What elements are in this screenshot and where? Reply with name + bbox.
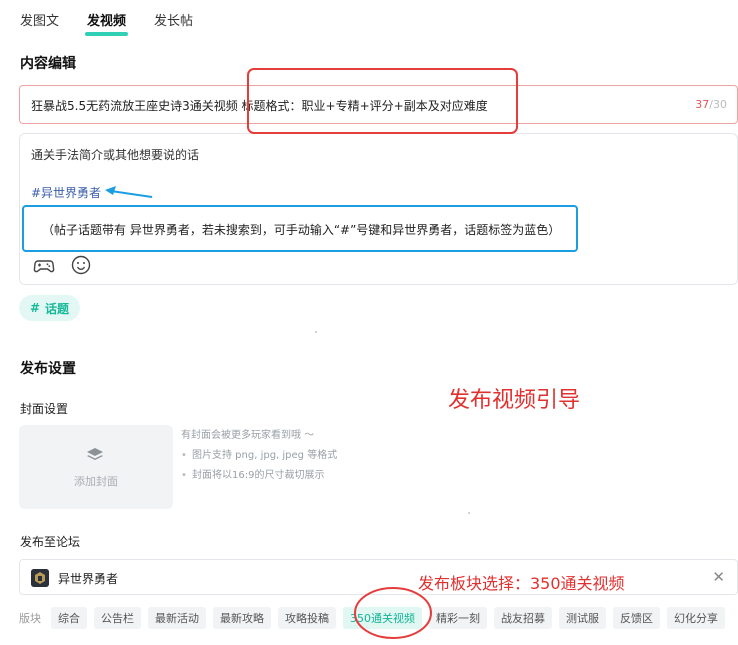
board-chip-latest-events[interactable]: 最新活动 [148, 607, 206, 629]
cover-settings-label: 封面设置 [20, 402, 69, 416]
post-type-tabs: 发图文 发视频 发长帖 [20, 10, 193, 36]
cover-tip-ratio: 封面将以16:9的尺寸裁切展示 [181, 466, 337, 486]
board-chip-latest-guides[interactable]: 最新攻略 [213, 607, 271, 629]
board-chip-recruitment[interactable]: 战友招募 [494, 607, 552, 629]
gamepad-icon[interactable] [33, 254, 55, 276]
arrow-icon [105, 186, 153, 198]
guide-title: 发布视频引导 [448, 388, 581, 413]
add-cover-button[interactable]: 添加封面 [19, 425, 173, 509]
board-chip-transmog-share[interactable]: 幻化分享 [667, 607, 725, 629]
layers-icon [86, 447, 104, 467]
publish-settings-heading: 发布设置 [20, 361, 76, 377]
content-editing-heading: 内容编辑 [20, 56, 76, 72]
decorative-dot [468, 512, 470, 514]
topic-note-box: （帖子话题带有 异世界勇者，若未搜索到，可手动输入“#”号键和异世界勇者，话题标… [22, 205, 578, 252]
tab-image-text[interactable]: 发图文 [20, 10, 59, 32]
topic-button[interactable]: # 话题 [19, 295, 80, 321]
board-chip-announcements[interactable]: 公告栏 [94, 607, 141, 629]
forum-label: 发布至论坛 [20, 535, 81, 549]
add-cover-label: 添加封面 [74, 475, 118, 488]
cover-tips: 有封面会被更多玩家看到哦 ～ 图片支持 png, jpg, jpeg 等格式 封… [181, 426, 337, 486]
cover-tip-format: 图片支持 png, jpg, jpeg 等格式 [181, 446, 337, 466]
tab-video[interactable]: 发视频 [85, 10, 129, 36]
forum-avatar [31, 569, 49, 587]
board-circle-highlight [354, 587, 432, 639]
board-chip-highlights[interactable]: 精彩一刻 [429, 607, 487, 629]
hash-icon: # [29, 301, 41, 315]
hashtag-text: #异世界勇者 [31, 186, 102, 200]
close-icon[interactable]: ✕ [712, 568, 725, 586]
body-text: 通关手法简介或其他想要说的话 [31, 148, 200, 162]
topic-button-label: 话题 [45, 301, 70, 316]
title-char-counter: 37/30 [695, 98, 727, 111]
decorative-dot [315, 331, 317, 333]
board-label: 版块 [19, 612, 41, 625]
board-selection-note: 发布板块选择：350通关视频 [418, 574, 625, 593]
title-format-highlight [247, 68, 518, 134]
counter-current: 37 [695, 98, 710, 111]
board-chip-general[interactable]: 综合 [51, 607, 87, 629]
tab-long-post[interactable]: 发长帖 [154, 10, 193, 32]
board-chip-guide-submissions[interactable]: 攻略投稿 [278, 607, 336, 629]
board-chip-feedback[interactable]: 反馈区 [613, 607, 660, 629]
cover-tips-heading: 有封面会被更多玩家看到哦 ～ [181, 430, 315, 441]
emoji-icon[interactable] [70, 254, 92, 276]
topic-note-text: （帖子话题带有 异世界勇者，若未搜索到，可手动输入“#”号键和异世界勇者，话题标… [42, 223, 561, 237]
counter-max: /30 [709, 98, 727, 111]
board-chip-test-server[interactable]: 测试服 [559, 607, 606, 629]
forum-name: 异世界勇者 [58, 572, 119, 586]
